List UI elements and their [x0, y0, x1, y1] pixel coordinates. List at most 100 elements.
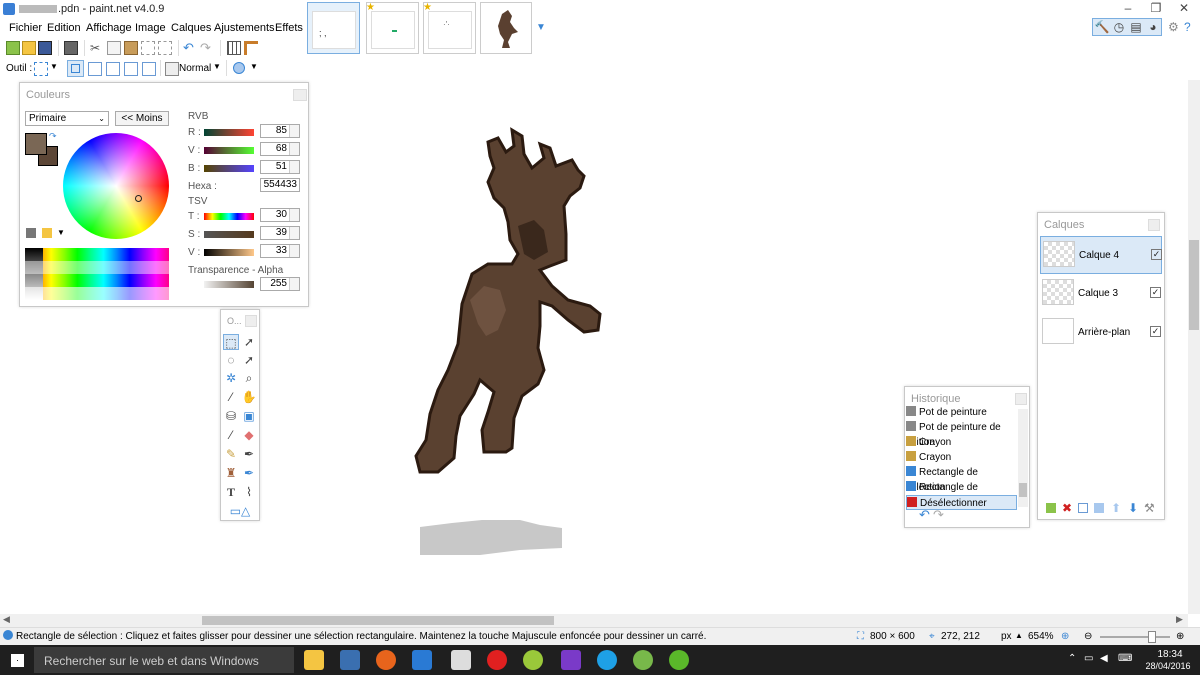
history-item[interactable]: Crayon — [906, 435, 1016, 450]
red-slider[interactable] — [204, 129, 254, 136]
rect-select-tool-icon[interactable]: ⬚ — [223, 334, 239, 350]
alpha-slider[interactable] — [204, 281, 254, 288]
zoom-out-icon[interactable]: ⊖ — [1084, 631, 1092, 642]
layer-item[interactable]: Arrière-plan ✓ — [1040, 314, 1162, 352]
history-scroll-thumb[interactable] — [1019, 483, 1027, 497]
vertical-scrollbar[interactable] — [1188, 80, 1200, 614]
delete-layer-icon[interactable]: ✖ — [1062, 501, 1072, 515]
tray-keyboard-icon[interactable]: ⌨ — [1118, 653, 1132, 664]
paintbrush-icon[interactable]: ⁄ — [223, 427, 239, 443]
layer-properties-icon[interactable]: ⚒ — [1144, 501, 1155, 515]
cut-icon[interactable]: ✂ — [90, 41, 104, 55]
deselect-toolbar-icon[interactable] — [158, 41, 172, 55]
horizontal-scrollbar[interactable]: ◀ ▶ — [0, 614, 1188, 627]
value-input[interactable]: 33 — [260, 244, 300, 258]
new-icon[interactable] — [6, 41, 20, 55]
menu-edition[interactable]: Edition — [47, 22, 81, 34]
move-selected-icon[interactable]: ➚ — [241, 352, 257, 368]
antialias-icon[interactable] — [233, 62, 245, 74]
colors-panel-close[interactable] — [293, 89, 307, 101]
magic-wand-icon[interactable]: ⁄ — [223, 389, 239, 405]
swap-colors-icon[interactable]: ↷ — [49, 131, 57, 142]
alpha-input[interactable]: 255 — [260, 277, 300, 291]
menu-ajustements[interactable]: Ajustements — [214, 22, 275, 34]
clone-stamp-icon[interactable]: ♜ — [223, 465, 239, 481]
green-input[interactable]: 68 — [260, 142, 300, 156]
undo-icon[interactable]: ↶ — [183, 41, 197, 55]
move-selection-icon[interactable]: ➚ — [241, 334, 257, 350]
ellipse-select-icon[interactable]: ✲ — [223, 370, 239, 386]
tray-network-icon[interactable]: ▭ — [1084, 653, 1093, 664]
history-item[interactable]: Désélectionner — [906, 495, 1017, 510]
app-icon-green[interactable] — [523, 650, 543, 670]
history-item[interactable]: Crayon — [906, 450, 1016, 465]
color-wheel[interactable] — [63, 133, 169, 239]
selection-mode-union[interactable] — [88, 62, 102, 76]
redo-icon[interactable]: ↷ — [200, 41, 214, 55]
duplicate-layer-icon[interactable] — [1078, 503, 1088, 513]
minimize-button[interactable]: – — [1114, 0, 1142, 18]
lasso-icon[interactable]: ◌ — [223, 352, 239, 368]
paintnet-taskbar-icon[interactable] — [340, 650, 360, 670]
blue-input[interactable]: 51 — [260, 160, 300, 174]
blend-mode-select[interactable]: Normal — [179, 63, 211, 74]
file-explorer-icon[interactable] — [304, 650, 324, 670]
saturation-slider[interactable] — [204, 231, 254, 238]
green-slider[interactable] — [204, 147, 254, 154]
image-tab-2[interactable]: ★ — [366, 2, 419, 54]
layer-item[interactable]: Calque 4 ✓ — [1040, 236, 1162, 274]
color-target-select[interactable]: Primaire ⌄ — [25, 111, 109, 126]
history-item[interactable]: Pot de peinture de finition — [906, 420, 1016, 448]
menu-affichage[interactable]: Affichage — [86, 22, 132, 34]
hue-input[interactable]: 30 — [260, 208, 300, 222]
units-select[interactable]: px — [1001, 631, 1012, 642]
grid-icon[interactable] — [227, 41, 241, 55]
tools-icon[interactable]: 🔨 — [1094, 19, 1110, 35]
taskbar-search-box[interactable]: Rechercher sur le web et dans Windows — [34, 647, 294, 673]
history-icon[interactable]: ◷ — [1111, 19, 1127, 35]
help-icon[interactable]: ? — [1184, 20, 1191, 34]
android-icon[interactable] — [633, 650, 653, 670]
tray-chevron-icon[interactable]: ⌃ — [1068, 653, 1076, 664]
scroll-left-icon[interactable]: ◀ — [3, 614, 10, 625]
pan-icon[interactable]: ✋ — [241, 389, 257, 405]
palette-options-icon[interactable] — [42, 228, 52, 238]
history-panel-close[interactable] — [1015, 393, 1027, 405]
eraser-icon[interactable]: ◆ — [241, 427, 257, 443]
gradient-icon[interactable]: ▣ — [241, 408, 257, 424]
windows-start-icon[interactable] — [11, 654, 24, 667]
horizontal-scroll-thumb[interactable] — [202, 616, 554, 625]
move-layer-down-icon[interactable]: ⬇ — [1128, 501, 1138, 515]
selection-mode-replace[interactable] — [67, 60, 84, 77]
print-icon[interactable] — [64, 41, 78, 55]
palette-icon[interactable] — [26, 228, 36, 238]
taskbar-date[interactable]: 28/04/2016 — [1141, 661, 1195, 671]
chevron-up-icon[interactable]: ▲ — [1015, 631, 1023, 640]
taskbar-time[interactable]: 18:34 — [1153, 649, 1187, 660]
layers-panel-close[interactable] — [1148, 219, 1160, 231]
image-tab-4[interactable] — [480, 2, 532, 54]
crop-icon[interactable] — [141, 41, 155, 55]
skype-icon[interactable] — [597, 650, 617, 670]
selection-mode-intersect[interactable] — [124, 62, 138, 76]
selection-mode-exclude[interactable] — [106, 62, 120, 76]
chevron-down-icon[interactable]: ▼ — [250, 62, 258, 71]
gear-icon[interactable]: ⚙ — [1168, 20, 1179, 34]
zoom-level[interactable]: 654% — [1028, 631, 1054, 642]
history-item[interactable]: Rectangle de sélection — [906, 465, 1016, 493]
layer-visibility-checkbox[interactable]: ✓ — [1150, 326, 1161, 337]
ruler-icon[interactable] — [244, 41, 258, 55]
tray-volume-icon[interactable]: ◀ — [1100, 653, 1108, 664]
hex-input[interactable]: 554433 — [260, 178, 300, 192]
app-icon-t[interactable] — [412, 650, 432, 670]
color-palette[interactable] — [25, 248, 169, 300]
shapes-icon[interactable]: ▭△ — [223, 503, 257, 519]
less-button[interactable]: << Moins — [115, 111, 169, 126]
calendar-icon[interactable] — [451, 650, 471, 670]
selection-mode-invert[interactable] — [142, 62, 156, 76]
primary-color-swatch[interactable] — [25, 133, 47, 155]
value-slider[interactable] — [204, 249, 254, 256]
chevron-down-icon[interactable]: ▼ — [213, 62, 221, 71]
tools-panel-close[interactable] — [245, 315, 257, 327]
history-item[interactable]: Pot de peinture — [906, 405, 1016, 420]
